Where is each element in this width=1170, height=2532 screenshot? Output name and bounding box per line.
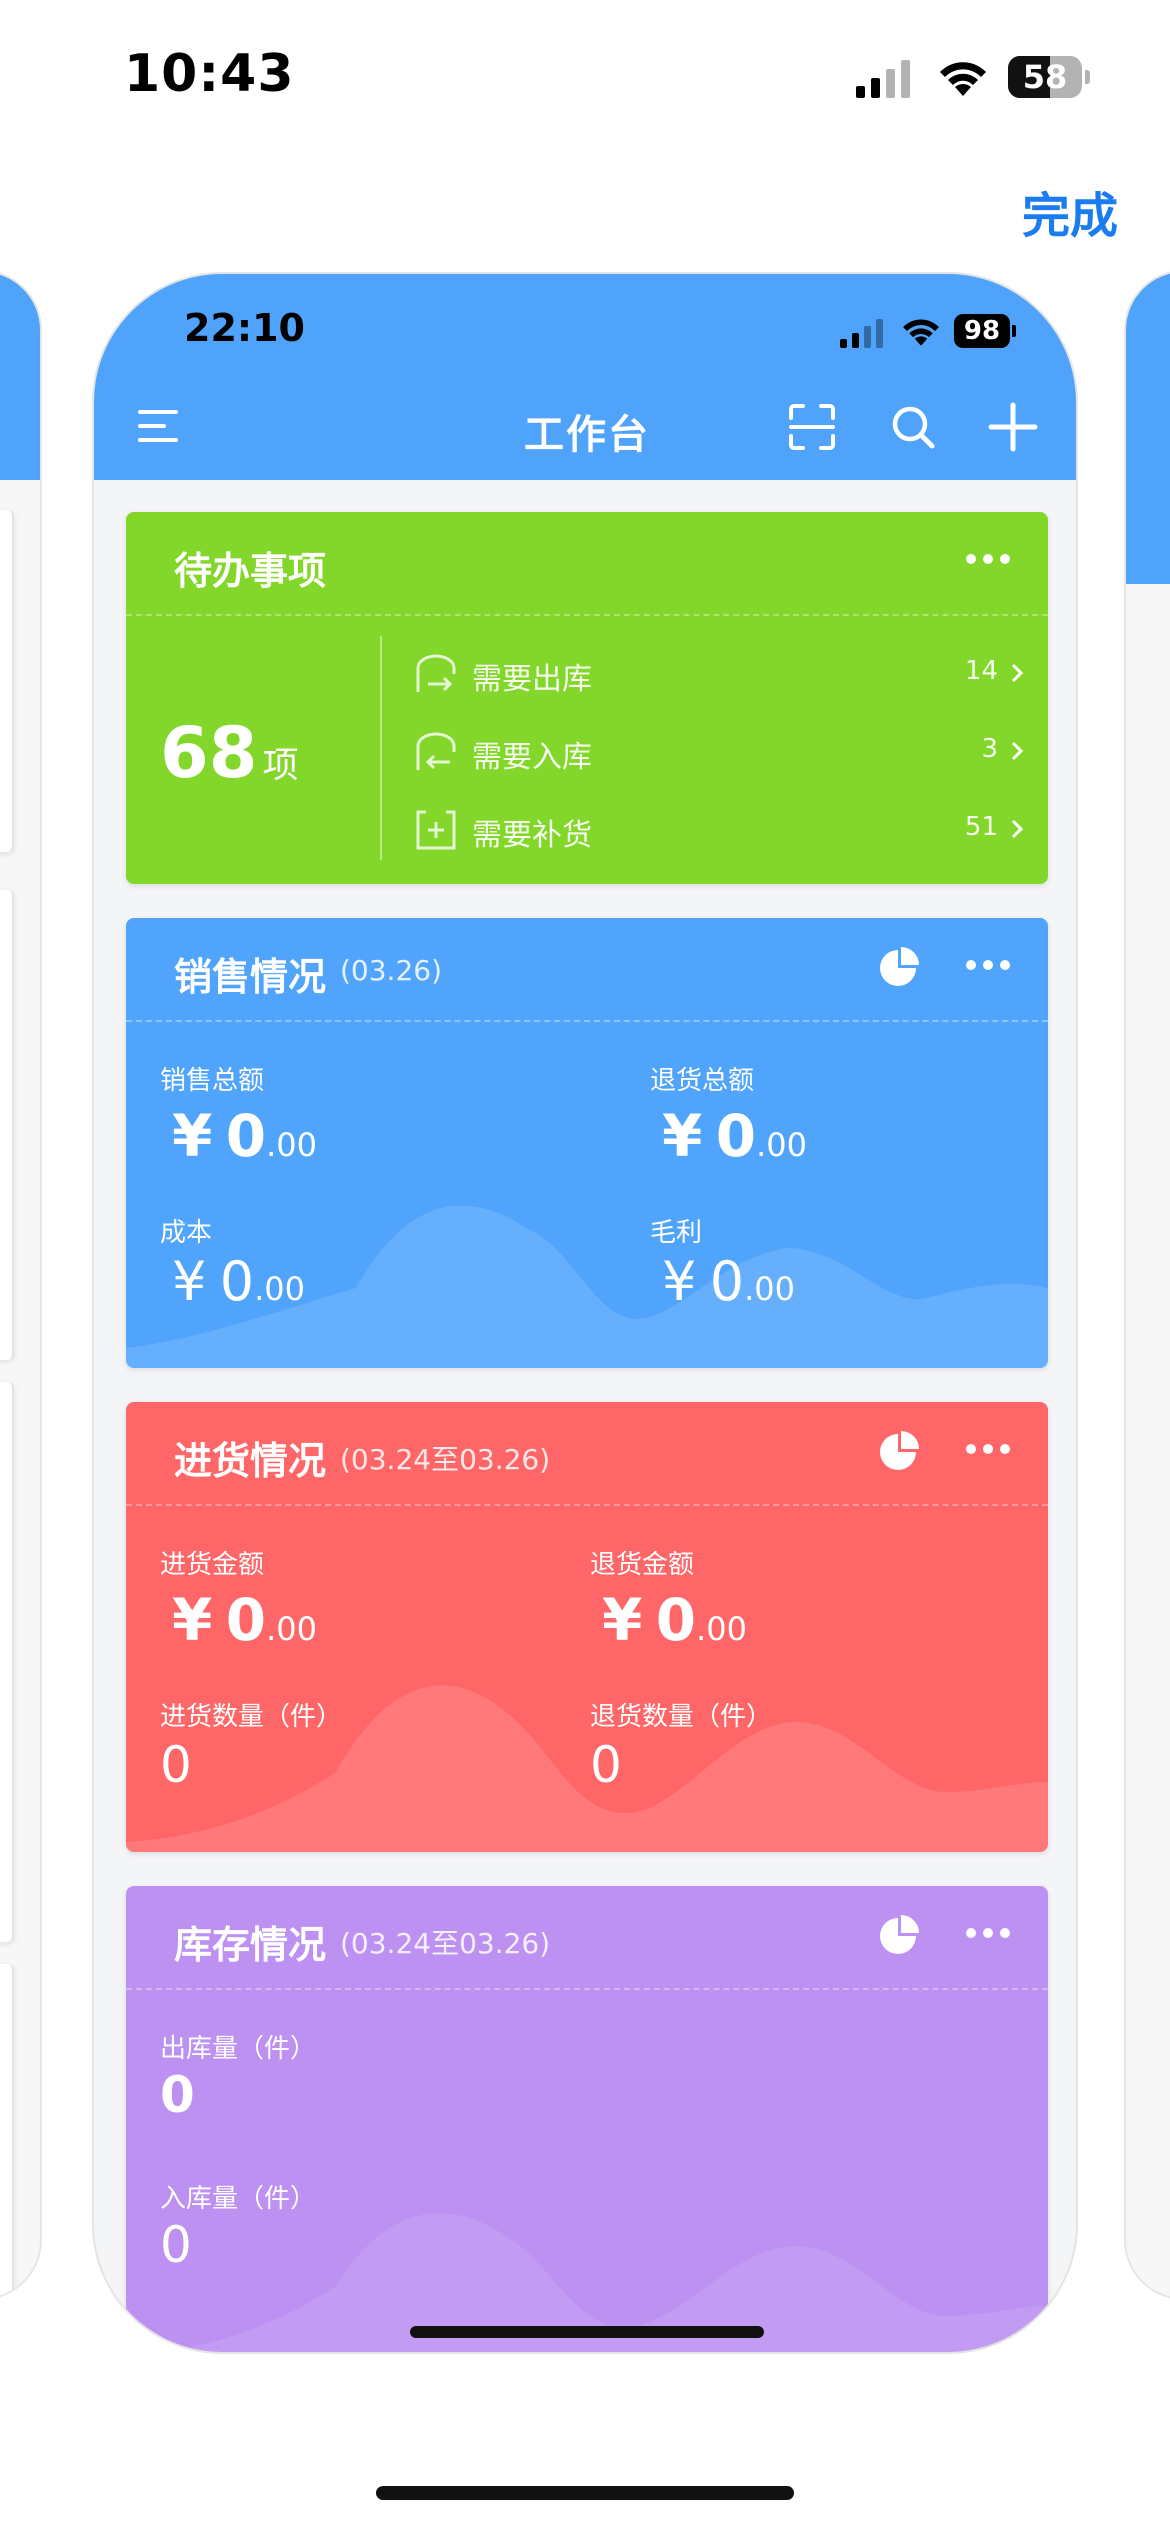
todo-item-inbound[interactable]: 需要入库 3 bbox=[414, 728, 1024, 778]
stock-card[interactable]: 库存情况 (03.24至03.26) 出库量（件） 0 入库量（件） 0 bbox=[126, 1886, 1048, 2352]
sales-return-value: ¥ 0.00 bbox=[662, 1102, 807, 1170]
sales-total-label: 销售总额 bbox=[160, 1066, 265, 1096]
return-qty-label: 退货数量（件） bbox=[590, 1702, 773, 1732]
todo-item-outbound[interactable]: 需要出库 14 bbox=[414, 650, 1024, 700]
purchase-date-range: (03.24至03.26) bbox=[340, 1443, 551, 1476]
pie-chart-icon[interactable] bbox=[876, 946, 920, 990]
outbound-qty-label: 出库量（件） bbox=[160, 2034, 317, 2064]
sales-card[interactable]: 销售情况 (03.26) 销售总额 ¥ 0.00 退货总额 ¥ 0.00 成本 … bbox=[126, 918, 1048, 1368]
preview-wifi-icon bbox=[903, 319, 939, 346]
purchase-amount-value: ¥ 0.00 bbox=[172, 1586, 317, 1654]
cellular-signal-icon bbox=[856, 60, 910, 98]
todo-item-restock[interactable]: 需要补货 51 bbox=[414, 806, 1024, 856]
more-icon[interactable] bbox=[964, 1926, 1012, 1940]
todo-card[interactable]: 待办事项 68 项 需要出库 14 需要入库 3 需要补货 51 bbox=[126, 512, 1048, 884]
sales-return-label: 退货总额 bbox=[650, 1066, 755, 1096]
purchase-wave-graphic bbox=[126, 1685, 1048, 1852]
todo-card-title: 待办事项 bbox=[174, 549, 327, 593]
done-button[interactable]: 完成 bbox=[1022, 176, 1118, 246]
purchase-card-title: 进货情况 bbox=[174, 1439, 327, 1483]
purchase-amount-label: 进货金额 bbox=[160, 1550, 265, 1580]
more-icon[interactable] bbox=[964, 958, 1012, 972]
next-app-preview[interactable] bbox=[1124, 270, 1170, 2300]
preview-signal-icon bbox=[840, 319, 883, 348]
app-header: 22:10 98 工作台 bbox=[94, 274, 1076, 480]
pie-chart-icon[interactable] bbox=[876, 1430, 920, 1474]
inbound-qty-value: 0 bbox=[160, 2216, 192, 2274]
inbound-icon bbox=[416, 732, 456, 770]
stock-date-range: (03.24至03.26) bbox=[340, 1927, 551, 1960]
wifi-icon bbox=[940, 62, 986, 96]
app-switcher-screen: 10:43 58 完成 22:10 98 工作台 待办事项 68 项 需要出库 … bbox=[0, 0, 1170, 2532]
home-indicator[interactable] bbox=[376, 2486, 794, 2500]
more-icon[interactable] bbox=[964, 1442, 1012, 1456]
cost-label: 成本 bbox=[160, 1218, 213, 1248]
gross-profit-label: 毛利 bbox=[650, 1218, 703, 1248]
purchase-card[interactable]: 进货情况 (03.24至03.26) 进货金额 ¥ 0.00 退货金额 ¥ 0.… bbox=[126, 1402, 1048, 1852]
scan-icon[interactable] bbox=[788, 404, 836, 450]
chevron-right-icon bbox=[1011, 741, 1024, 761]
preview-home-indicator bbox=[410, 2326, 764, 2338]
purchase-qty-value: 0 bbox=[160, 1736, 192, 1794]
purchase-qty-label: 进货数量（件） bbox=[160, 1702, 343, 1732]
battery-indicator: 58 bbox=[1008, 56, 1090, 98]
search-icon[interactable] bbox=[890, 404, 936, 450]
pie-chart-icon[interactable] bbox=[876, 1914, 920, 1958]
gross-profit-value: ¥ 0.00 bbox=[662, 1250, 795, 1313]
purchase-return-value: ¥ 0.00 bbox=[602, 1586, 747, 1654]
sales-total-value: ¥ 0.00 bbox=[172, 1102, 317, 1170]
restock-icon bbox=[416, 810, 456, 850]
preview-status-time: 22:10 bbox=[184, 306, 305, 350]
return-qty-value: 0 bbox=[590, 1736, 622, 1794]
chevron-right-icon bbox=[1011, 819, 1024, 839]
status-time: 10:43 bbox=[124, 44, 295, 104]
app-preview-card[interactable]: 22:10 98 工作台 待办事项 68 项 需要出库 14 需要入库 3 需要… bbox=[92, 272, 1078, 2354]
plus-icon[interactable] bbox=[988, 402, 1038, 452]
more-icon[interactable] bbox=[964, 552, 1012, 566]
sales-card-title: 销售情况 bbox=[174, 955, 327, 999]
purchase-return-label: 退货金额 bbox=[590, 1550, 695, 1580]
sales-date: (03.26) bbox=[340, 954, 443, 987]
chevron-right-icon bbox=[1011, 663, 1024, 683]
stock-card-title: 库存情况 bbox=[174, 1923, 327, 1967]
outbound-qty-value: 0 bbox=[160, 2066, 195, 2124]
inbound-qty-label: 入库量（件） bbox=[160, 2184, 317, 2214]
preview-battery-indicator: 98 bbox=[954, 314, 1016, 348]
todo-total: 68 项 bbox=[160, 712, 299, 794]
previous-app-preview[interactable] bbox=[0, 270, 42, 2300]
outbound-icon bbox=[416, 654, 456, 692]
cost-value: ¥ 0.00 bbox=[172, 1250, 305, 1313]
